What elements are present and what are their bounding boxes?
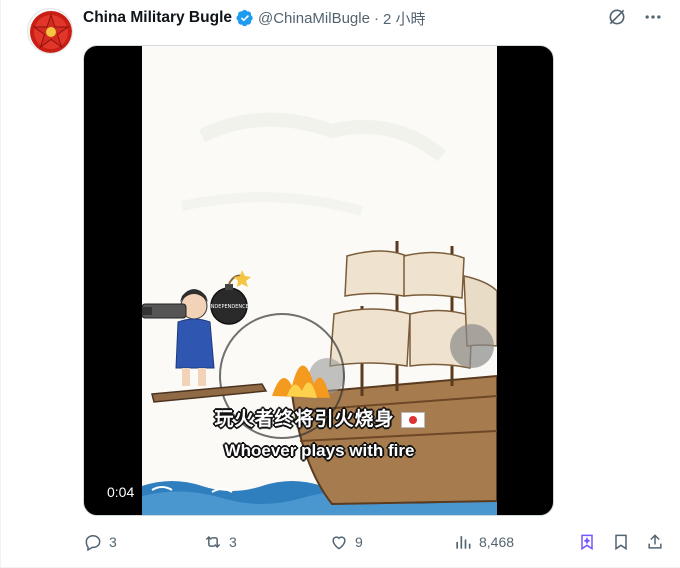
more-options-icon[interactable] [642,6,664,28]
tweet-header: China Military Bugle @ChinaMilBugle · 2 … [83,8,425,28]
heart-icon [332,536,346,550]
like-button[interactable]: 9 [329,530,363,554]
view-count: 8,468 [479,534,515,550]
video-player[interactable]: INDEPENDENCE 玩火者终将引火烧身 Whoever plays wit… [83,45,554,516]
reply-count: 3 [109,534,117,550]
reply-button[interactable]: 3 [83,530,117,554]
grok-slash-icon[interactable] [606,6,628,28]
red-star-emblem-icon [30,11,72,53]
bookmark-button[interactable] [611,530,631,554]
subtitle-english: Whoever plays with fire [224,441,415,460]
post-time[interactable]: 2 小時 [383,8,426,29]
header-actions [606,6,664,28]
video-frame[interactable]: INDEPENDENCE 玩火者终将引火烧身 Whoever plays wit… [142,46,497,515]
share-icon [648,534,662,549]
display-name[interactable]: China Military Bugle [83,9,232,27]
repost-icon [205,535,221,549]
repost-count: 3 [229,534,237,550]
tweet-card[interactable]: China Military Bugle @ChinaMilBugle · 2 … [0,0,680,568]
grok-icon [581,534,593,551]
verified-badge-icon[interactable] [236,9,254,27]
analytics-icon [456,536,471,549]
separator-dot: · [373,9,379,27]
grok-button[interactable] [577,530,597,554]
action-bar: 3 3 9 8,468 [83,530,669,554]
user-handle[interactable]: @ChinaMilBugle [258,10,370,27]
avatar[interactable] [27,8,73,54]
bomb-label: INDEPENDENCE [209,304,249,310]
views-button[interactable]: 8,468 [453,530,514,554]
repost-button[interactable]: 3 [203,530,237,554]
subtitle-chinese: 玩火者终将引火烧身 [142,404,497,431]
share-button[interactable] [645,530,665,554]
japan-flag-icon [400,411,425,428]
like-count: 9 [355,534,363,550]
video-timestamp: 0:04 [102,481,140,503]
bookmark-icon [615,534,627,551]
reply-icon [85,534,101,552]
